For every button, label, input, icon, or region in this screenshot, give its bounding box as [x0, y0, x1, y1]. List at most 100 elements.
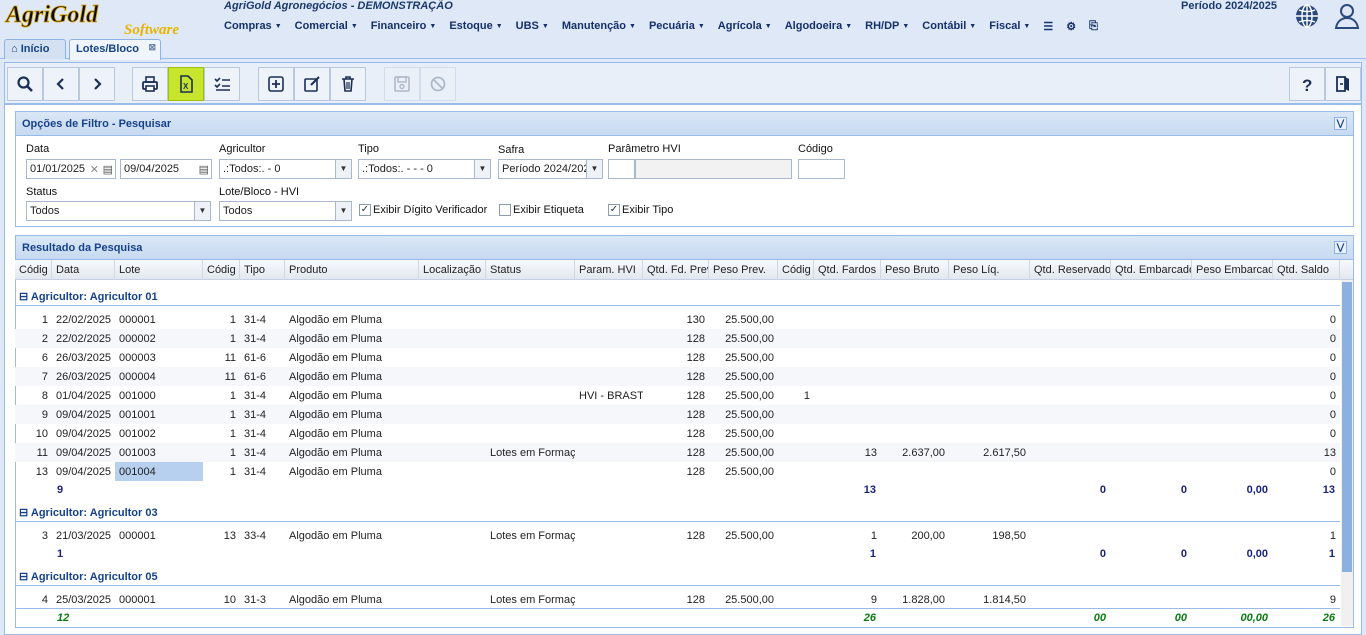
- chevron-down-icon[interactable]: ▼: [586, 160, 602, 178]
- edit-button[interactable]: [294, 67, 330, 101]
- menu-item-2[interactable]: Financeiro ▼: [371, 20, 437, 32]
- checklist-button[interactable]: [204, 67, 240, 101]
- collapse-group-icon[interactable]: ⊟: [19, 507, 31, 519]
- group-header[interactable]: ⊟ Agricultor: Agricultor 01: [19, 290, 158, 303]
- column-header-15[interactable]: Qtd. Reservado: [1030, 260, 1111, 280]
- table-row[interactable]: 1 22/02/2025 000001 1 31-4 Algodão em Pluma 13…: [15, 310, 1340, 329]
- search-button[interactable]: [7, 67, 43, 101]
- table-cell: 22/02/2025: [56, 314, 112, 326]
- group-header[interactable]: ⊟ Agricultor: Agricultor 03: [19, 506, 158, 519]
- status-select[interactable]: Todos ▼: [26, 201, 211, 221]
- calendar-icon[interactable]: ▤: [103, 163, 113, 176]
- menu-item-0[interactable]: Compras ▼: [224, 20, 282, 32]
- vertical-scrollbar[interactable]: [1341, 280, 1353, 626]
- column-header-0[interactable]: Códig: [15, 260, 52, 280]
- scrollbar-thumb[interactable]: [1342, 282, 1352, 572]
- column-header-13[interactable]: Peso Bruto: [881, 260, 949, 280]
- chevron-down-icon[interactable]: ▼: [335, 160, 351, 178]
- user-icon[interactable]: [1333, 2, 1361, 30]
- previous-button[interactable]: [43, 67, 79, 101]
- tipo-select[interactable]: .:Todos:. - - - 0 ▼: [358, 159, 491, 179]
- export-excel-button[interactable]: X: [168, 67, 204, 101]
- table-cell: [486, 405, 575, 424]
- menu-item-3[interactable]: Estoque ▼: [449, 20, 502, 32]
- print-button[interactable]: [132, 67, 168, 101]
- settings-icon[interactable]: ⚙: [1066, 20, 1076, 33]
- table-cell: 0: [1329, 390, 1336, 402]
- column-header-10[interactable]: Peso Prev.: [709, 260, 778, 280]
- menu-item-1[interactable]: Comercial ▼: [295, 20, 358, 32]
- add-button[interactable]: [258, 67, 294, 101]
- column-header-9[interactable]: Qtd. Fd. Prev: [643, 260, 709, 280]
- agricultor-select[interactable]: .:Todos:. - 0 ▼: [219, 159, 352, 179]
- column-header-8[interactable]: Param. HVI: [575, 260, 643, 280]
- hvi-code-input[interactable]: [608, 159, 635, 179]
- menu-item-7[interactable]: Agrícola ▼: [718, 20, 772, 32]
- table-row[interactable]: 11 09/04/2025 001003 1 31-4 Algodão em Pluma L…: [15, 443, 1340, 462]
- safra-select[interactable]: Período 2024/2025 ▼: [498, 159, 603, 179]
- column-header-14[interactable]: Peso Líq.: [949, 260, 1030, 280]
- chevron-down-icon[interactable]: ▼: [474, 160, 490, 178]
- save-button[interactable]: [384, 67, 420, 101]
- help-button[interactable]: ?: [1289, 67, 1325, 101]
- table-row[interactable]: 7 26/03/2025 000004 11 61-6 Algodão em Pluma 1…: [15, 367, 1340, 386]
- chevron-down-icon[interactable]: ▼: [194, 202, 210, 220]
- next-button[interactable]: [79, 67, 115, 101]
- clear-icon[interactable]: ✕: [90, 163, 99, 176]
- calendar-icon[interactable]: ▤: [199, 163, 209, 176]
- column-header-17[interactable]: Peso Embarcado: [1192, 260, 1273, 280]
- lote-select[interactable]: Todos ▼: [219, 201, 352, 221]
- collapse-icon[interactable]: ⋁: [1334, 117, 1347, 130]
- column-header-16[interactable]: Qtd. Embarcado: [1111, 260, 1192, 280]
- column-header-2[interactable]: Lote: [115, 260, 203, 280]
- chevron-down-icon[interactable]: ▼: [335, 202, 351, 220]
- etiqueta-checkbox[interactable]: [499, 204, 511, 216]
- column-header-6[interactable]: Localização: [419, 260, 486, 280]
- group-header[interactable]: ⊟ Agricultor: Agricultor 05: [19, 570, 158, 583]
- hamburger-menu-icon[interactable]: ☰: [1043, 20, 1053, 33]
- column-header-1[interactable]: Data: [52, 260, 115, 280]
- table-row[interactable]: 6 26/03/2025 000003 11 61-6 Algodão em Pluma 1…: [15, 348, 1340, 367]
- menu-item-10[interactable]: Contábil ▼: [922, 20, 976, 32]
- exit-button[interactable]: [1325, 67, 1361, 101]
- codigo-input[interactable]: [798, 159, 845, 179]
- delete-button[interactable]: [330, 67, 366, 101]
- digito-checkbox[interactable]: ✓: [359, 204, 371, 216]
- menu-item-8[interactable]: Algodoeira ▼: [785, 20, 852, 32]
- column-header-12[interactable]: Qtd. Fardos: [814, 260, 881, 280]
- table-row[interactable]: 10 09/04/2025 001002 1 31-4 Algodão em Pluma 1…: [15, 424, 1340, 443]
- tab-inicio[interactable]: ⌂ Início: [4, 39, 66, 59]
- column-header-3[interactable]: Códig: [203, 260, 240, 280]
- tab-lotes-bloco[interactable]: Lotes/Bloco ⊠: [69, 39, 161, 60]
- date-to-input[interactable]: 09/04/2025 ▤: [120, 159, 212, 179]
- date-from-input[interactable]: 01/01/2025 ✕ ▤: [26, 159, 116, 179]
- column-header-5[interactable]: Produto: [285, 260, 419, 280]
- cancel-button[interactable]: [420, 67, 456, 101]
- collapse-icon[interactable]: ⋁: [1334, 241, 1347, 254]
- column-header-18[interactable]: Qtd. Saldo: [1273, 260, 1340, 280]
- table-row[interactable]: 13 09/04/2025 001004 1 31-4 Algodão em Pluma 1…: [15, 462, 1340, 481]
- collapse-group-icon[interactable]: ⊟: [19, 291, 31, 303]
- column-header-4[interactable]: Tipo: [240, 260, 285, 280]
- column-header-7[interactable]: Status: [486, 260, 575, 280]
- table-row[interactable]: 9 09/04/2025 001001 1 31-4 Algodão em Pluma 12…: [15, 405, 1340, 424]
- table-row[interactable]: 8 01/04/2025 001000 1 31-4 Algodão em Pluma HV…: [15, 386, 1340, 405]
- menu-item-5[interactable]: Manutenção ▼: [562, 20, 636, 32]
- menu-item-6[interactable]: Pecuária ▼: [649, 20, 705, 32]
- period-label[interactable]: Período 2024/2025: [1181, 0, 1277, 12]
- table-row[interactable]: 4 25/03/2025 000001 10 31-3 Algodão em Pluma L…: [15, 590, 1340, 609]
- table-cell: [1192, 405, 1273, 424]
- agrigold-logo[interactable]: AgriGold Software: [4, 2, 216, 36]
- menu-item-4[interactable]: UBS ▼: [516, 20, 549, 32]
- close-icon[interactable]: ⊠: [148, 42, 156, 53]
- table-row[interactable]: 2 22/02/2025 000002 1 31-4 Algodão em Pluma 12…: [15, 329, 1340, 348]
- menu-item-11[interactable]: Fiscal ▼: [989, 20, 1030, 32]
- column-header-11[interactable]: Códig: [778, 260, 814, 280]
- collapse-group-icon[interactable]: ⊟: [19, 571, 31, 583]
- tipo-checkbox[interactable]: ✓: [608, 204, 620, 216]
- menu-item-9[interactable]: RH/DP ▼: [865, 20, 909, 32]
- table-cell: [575, 424, 643, 443]
- exit-icon[interactable]: ⎘: [1089, 20, 1098, 33]
- globe-icon[interactable]: [1293, 2, 1321, 30]
- table-row[interactable]: 3 21/03/2025 000001 13 33-4 Algodão em Pluma L…: [15, 526, 1340, 545]
